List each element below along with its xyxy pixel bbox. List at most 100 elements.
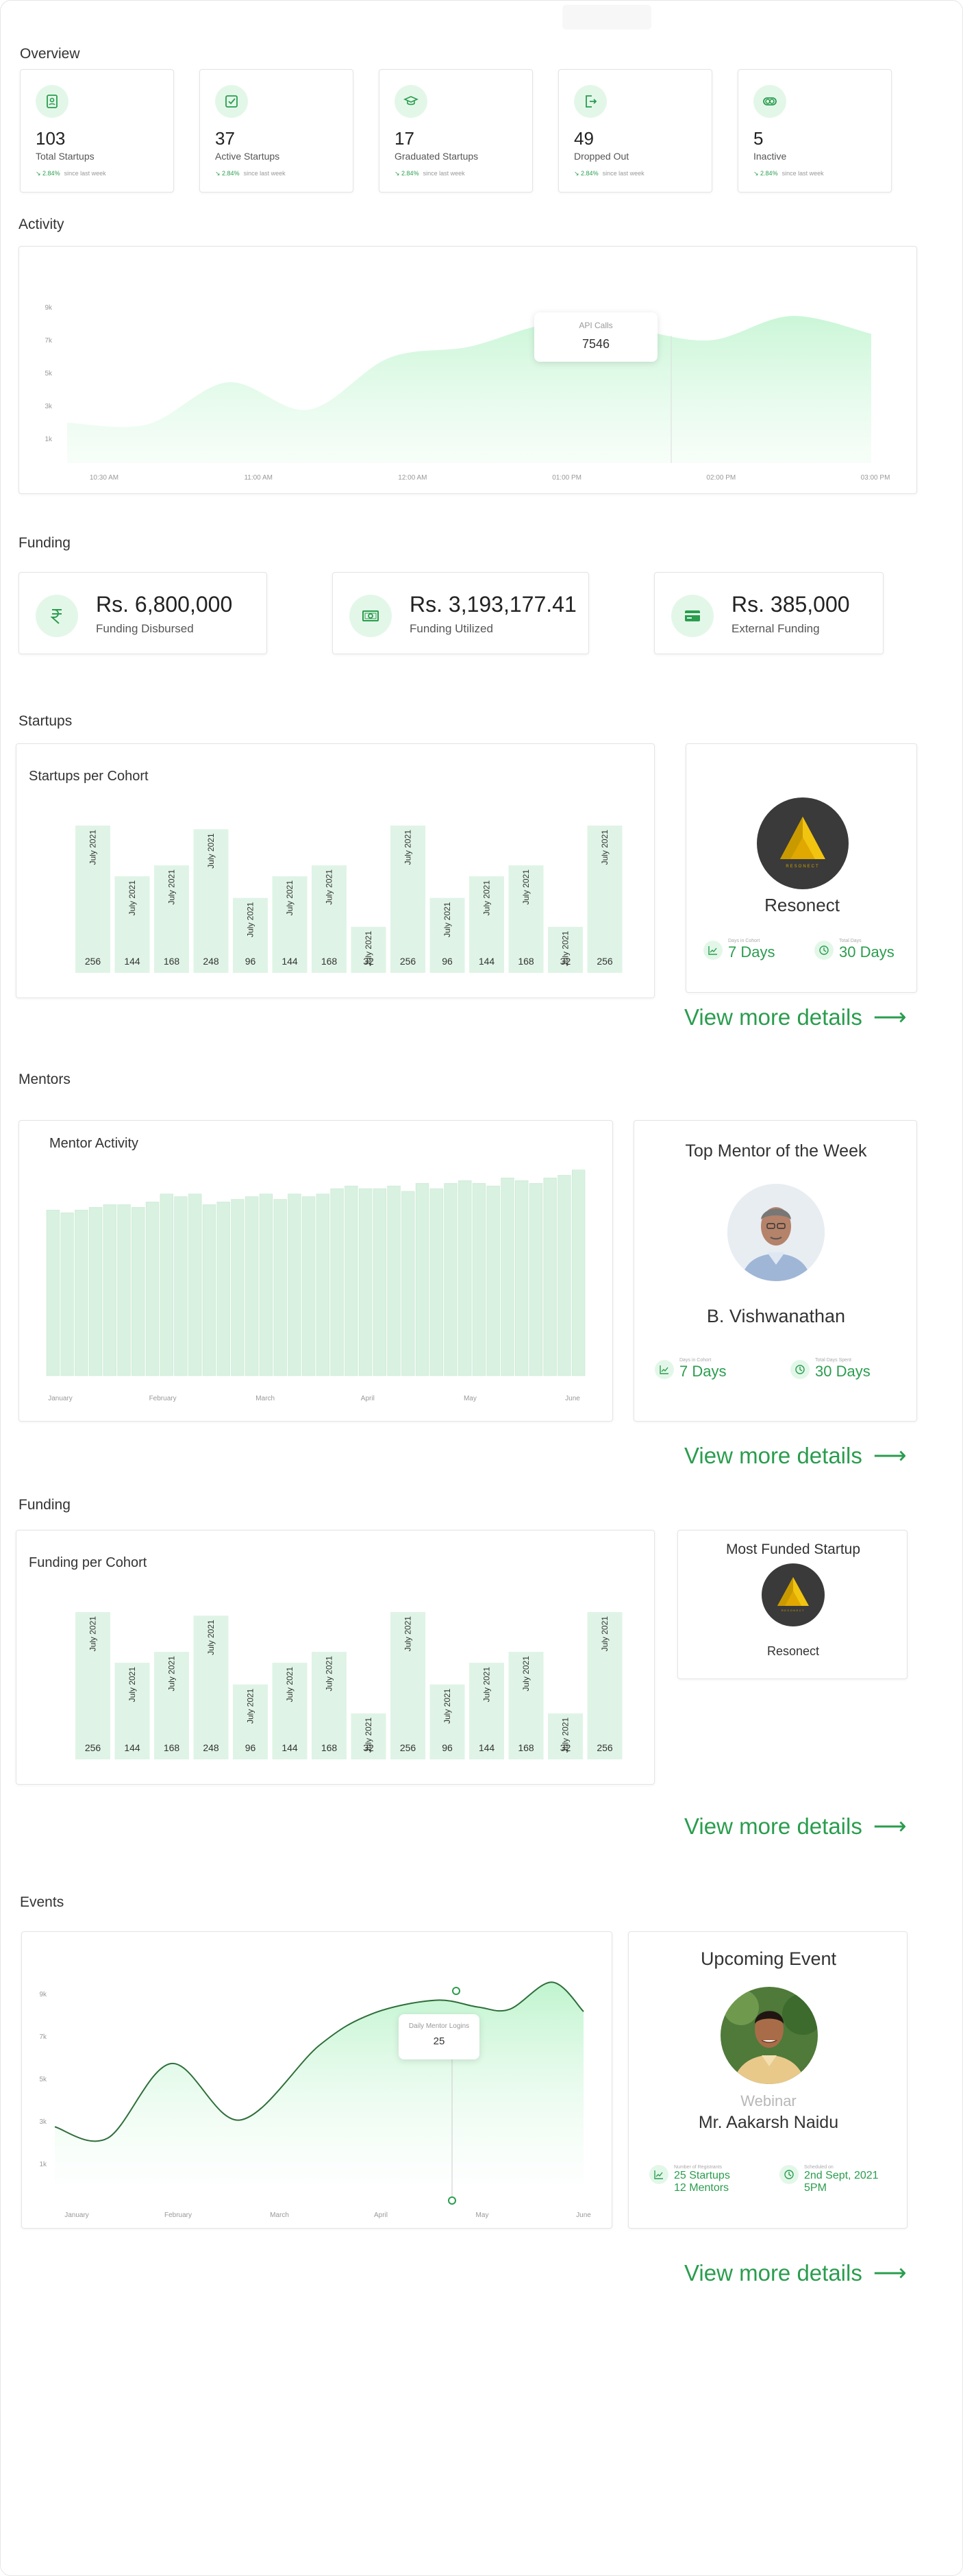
mentor-activity-bar[interactable] (301, 1196, 316, 1376)
activity-title: Activity (18, 216, 64, 232)
stat-card-graduated-startups[interactable]: 17 Graduated Startups ↘ 2.84% since last … (379, 69, 533, 193)
x-axis-tick: February (149, 1395, 177, 1402)
metric-total-days: Total Days 30 Days (814, 939, 895, 961)
mentor-activity-bar[interactable] (345, 1185, 358, 1376)
mentor-activity-bar[interactable] (117, 1204, 131, 1376)
stat-card-inactive[interactable]: 5 Inactive ↘ 2.84% since last week (738, 69, 892, 193)
funding-bar-category: July 2021 (364, 1718, 373, 1753)
stat-card-active-startups[interactable]: 37 Active Startups ↘ 2.84% since last wee… (199, 69, 353, 193)
mentor-activity-bar[interactable] (429, 1188, 443, 1376)
mentor-activity-bar[interactable] (216, 1202, 230, 1376)
top-mentor-card[interactable]: Top Mentor of the Week B. Vishwanathan D… (634, 1120, 917, 1422)
mentor-activity-bar[interactable] (358, 1188, 373, 1376)
mentor-activity-bar[interactable] (387, 1185, 401, 1376)
mentor-activity-bar[interactable] (60, 1212, 74, 1376)
stat-note: since last week (243, 170, 286, 177)
mentor-activity-bar[interactable] (231, 1199, 245, 1376)
mentor-activity-bar[interactable] (401, 1191, 415, 1376)
view-more-label: View more details (684, 1443, 862, 1468)
metric-caption: Days in Cohort (679, 1358, 712, 1363)
clock-icon (779, 2165, 799, 2184)
mentor-activity-bar[interactable] (373, 1188, 386, 1376)
mentor-activity-bar[interactable] (444, 1182, 458, 1376)
mentor-activity-bar[interactable] (145, 1202, 160, 1376)
funding-bar-value: 168 (321, 1742, 338, 1753)
funding-card-external[interactable]: Rs. 385,000 External Funding (654, 572, 884, 654)
activity-tooltip: API Calls 7546 (534, 312, 658, 362)
mentor-activity-bar[interactable] (188, 1193, 202, 1376)
stat-card-dropped-out[interactable]: 49 Dropped Out ↘ 2.84% since last week (558, 69, 712, 193)
funding-amount: Rs. 6,800,000 (96, 592, 233, 617)
stat-note: since last week (781, 170, 824, 177)
featured-startup-card[interactable]: RESONECT Resonect Days in Cohort 7 Days T… (686, 743, 917, 993)
mentors-view-more-link[interactable]: View more details ⟶ (684, 1442, 907, 1470)
funding-bar-category: July 2021 (285, 1667, 295, 1702)
funding-chart-card: Funding per Cohort 256 July 2021 144 July 2… (16, 1530, 655, 1785)
mentor-activity-bar[interactable] (288, 1193, 301, 1376)
overview-title: Overview (20, 46, 80, 62)
upcoming-event-card[interactable]: Upcoming Event Webinar Mr. Aakarsh Naidu… (628, 1931, 908, 2229)
stat-trend: ↘ 2.84% since last week (36, 170, 106, 177)
arrow-right-icon: ⟶ (873, 1004, 907, 1030)
y-axis-tick: 1k (45, 436, 53, 443)
mentor-activity-bar[interactable] (46, 1209, 60, 1376)
mentor-activity-bar[interactable] (415, 1182, 429, 1376)
mentor-activity-bar[interactable] (330, 1188, 344, 1376)
mentor-activity-bar[interactable] (515, 1180, 529, 1376)
mentor-activity-bar[interactable] (132, 1207, 145, 1376)
most-funded-card[interactable]: Most Funded Startup RESONECT Resonect (677, 1530, 908, 1679)
trend-up-icon: ↘ 2.84% (395, 170, 419, 177)
mentor-activity-bar[interactable] (273, 1199, 287, 1376)
mentor-activity-bar[interactable] (202, 1204, 216, 1376)
funding-card-utilized[interactable]: Rs. 3,193,177.41 Funding Utilized (332, 572, 589, 654)
startups-bar-category: July 2021 (325, 869, 334, 905)
y-axis-tick: 1k (39, 2161, 47, 2168)
mentor-activity-bar[interactable] (529, 1182, 543, 1376)
startups-bar-category: July 2021 (127, 880, 137, 916)
startups-title: Startups (18, 713, 73, 729)
most-funded-title: Most Funded Startup (725, 1541, 861, 1557)
mentor-activity-bar[interactable] (571, 1169, 586, 1376)
funding-view-more-link[interactable]: View more details ⟶ (684, 1813, 907, 1840)
startups-bar-category: July 2021 (285, 880, 295, 916)
mentor-activity-bar[interactable] (316, 1193, 330, 1376)
mentor-activity-bar[interactable] (486, 1185, 500, 1376)
mentor-activity-bar[interactable] (501, 1178, 514, 1376)
mentor-activity-bar[interactable] (174, 1196, 188, 1376)
x-axis-tick: 11:00 AM (244, 474, 273, 482)
logo-wordmark: RESONECT (786, 865, 819, 869)
events-view-more-link[interactable]: View more details ⟶ (684, 2259, 907, 2287)
x-axis-tick: 02:00 PM (706, 474, 736, 482)
mentor-activity-bar[interactable] (88, 1207, 103, 1376)
mentor-activity-bar[interactable] (245, 1196, 259, 1376)
featured-startup-name: Resonect (764, 895, 840, 915)
tooltip-label: API Calls (579, 321, 613, 330)
check-square-icon (215, 85, 248, 118)
startups-bar-category: July 2021 (482, 880, 492, 916)
funding-bar-value: 144 (479, 1742, 495, 1753)
mentor-activity-bar[interactable] (259, 1193, 273, 1376)
mentor-activity-bar[interactable] (543, 1178, 557, 1376)
metric-value: 30 Days (815, 1363, 871, 1380)
mentor-activity-bar[interactable] (558, 1175, 571, 1376)
stat-card-total-startups[interactable]: 103 Total Startups ↘ 2.84% since last wee… (20, 69, 174, 193)
startups-view-more-link[interactable]: View more details ⟶ (684, 1004, 907, 1031)
funding-card-disbursed[interactable]: Rs. 6,800,000 Funding Disbursed (18, 572, 267, 654)
trend-up-icon: ↘ 2.84% (215, 170, 240, 177)
stat-change: 2.84% (42, 170, 60, 177)
stat-trend: ↘ 2.84% since last week (753, 170, 824, 177)
stat-value: 17 (395, 128, 414, 149)
mentor-activity-bar[interactable] (472, 1182, 486, 1376)
mentor-activity-bar[interactable] (103, 1204, 116, 1376)
mentor-activity-bar[interactable] (160, 1193, 173, 1376)
mentor-activity-bar[interactable] (75, 1209, 88, 1376)
metric-total-days-spent: Total Days Spent 30 Days (790, 1358, 871, 1380)
events-chart-card: 9k 7k 5k 3k 1k January February March April May Ju… (21, 1931, 612, 2229)
startups-bar-category: July 2021 (600, 830, 610, 865)
startups-bar-value: 256 (400, 956, 416, 967)
mentor-activity-bar[interactable] (458, 1180, 472, 1376)
hover-point[interactable] (452, 1987, 460, 1995)
funding-bar-category: July 2021 (88, 1616, 98, 1652)
arrow-right-icon: ⟶ (873, 1443, 907, 1469)
stat-label: Dropped Out (574, 151, 629, 162)
